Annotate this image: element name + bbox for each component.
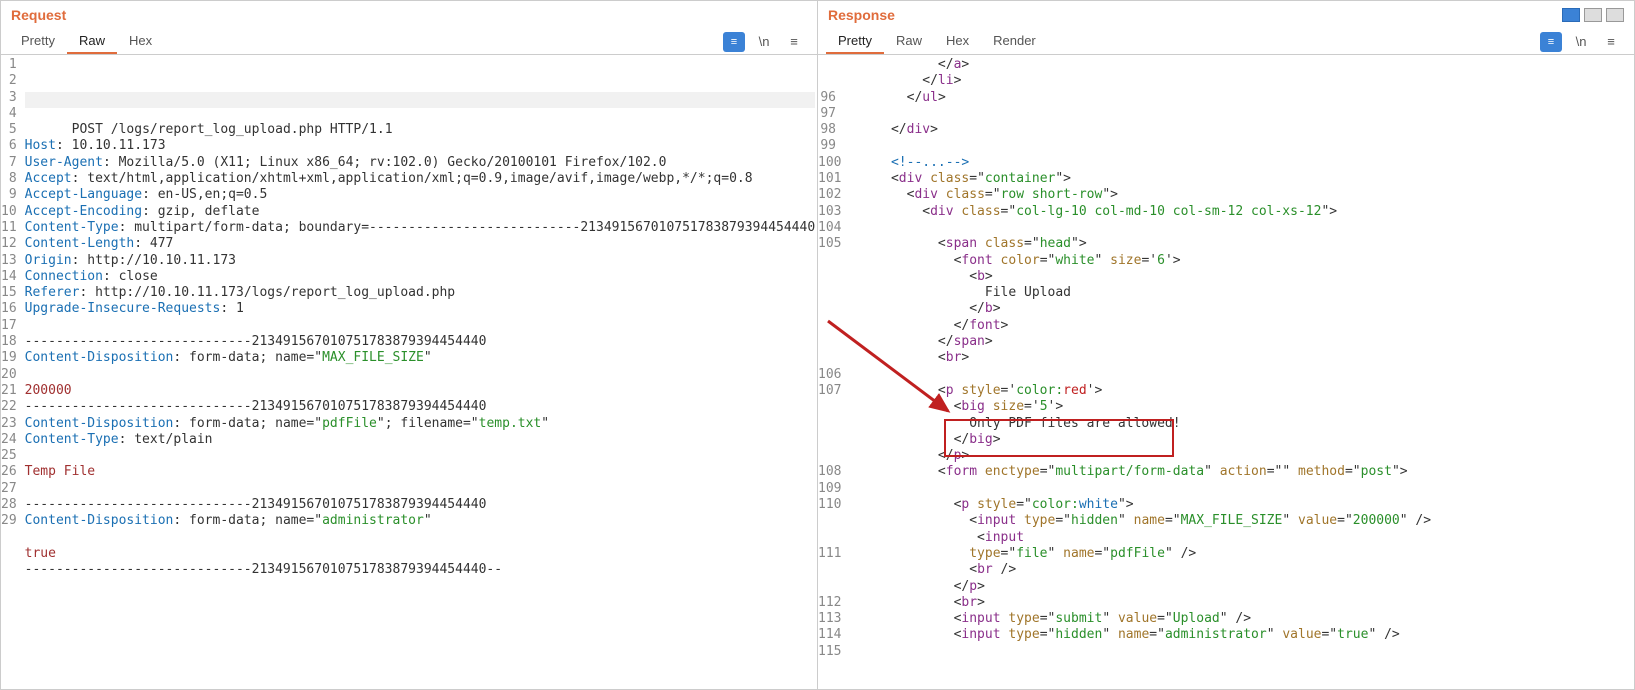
actions-icon[interactable]: ≡: [723, 32, 745, 52]
actions-icon[interactable]: ≡: [1540, 32, 1562, 52]
tab-pretty[interactable]: Pretty: [9, 29, 67, 54]
response-header: Response: [818, 1, 1634, 29]
menu-icon[interactable]: ≡: [1600, 32, 1622, 52]
response-editor[interactable]: 96 97 98 99 100 101 102 103 104 105 106 …: [818, 55, 1634, 689]
tab-pretty[interactable]: Pretty: [826, 29, 884, 54]
request-tab-row: PrettyRawHex ≡ \n ≡: [1, 29, 817, 55]
current-line-highlight: [25, 92, 816, 108]
request-tools: ≡ \n ≡: [723, 32, 809, 52]
request-pane: Request PrettyRawHex ≡ \n ≡ 1 2 3 4 5 6 …: [1, 1, 818, 689]
layout-rows-icon[interactable]: [1584, 8, 1602, 22]
response-title: Response: [828, 7, 895, 23]
newline-icon[interactable]: \n: [1570, 32, 1592, 52]
newline-icon[interactable]: \n: [753, 32, 775, 52]
request-gutter: 1 2 3 4 5 6 7 8 9 10 11 12 13 14 15 16 1…: [1, 55, 21, 689]
response-gutter: 96 97 98 99 100 101 102 103 104 105 106 …: [818, 55, 840, 689]
tab-raw[interactable]: Raw: [884, 29, 934, 54]
response-code[interactable]: </a> </li> </ul> </div> <!--...--> <div …: [840, 55, 1634, 689]
tab-hex[interactable]: Hex: [117, 29, 164, 54]
layout-combined-icon[interactable]: [1606, 8, 1624, 22]
request-code[interactable]: POST /logs/report_log_upload.php HTTP/1.…: [21, 55, 817, 689]
layout-columns-icon[interactable]: [1562, 8, 1580, 22]
tab-hex[interactable]: Hex: [934, 29, 981, 54]
tab-raw[interactable]: Raw: [67, 29, 117, 54]
response-tabs: PrettyRawHexRender: [826, 29, 1540, 54]
app-container: Request PrettyRawHex ≡ \n ≡ 1 2 3 4 5 6 …: [0, 0, 1635, 690]
request-header: Request: [1, 1, 817, 29]
response-tools: ≡ \n ≡: [1540, 32, 1626, 52]
response-pane: Response PrettyRawHexRender ≡ \n ≡ 96 97…: [818, 1, 1634, 689]
tab-render[interactable]: Render: [981, 29, 1048, 54]
menu-icon[interactable]: ≡: [783, 32, 805, 52]
request-title: Request: [11, 7, 66, 23]
response-tab-row: PrettyRawHexRender ≡ \n ≡: [818, 29, 1634, 55]
layout-tools: [1562, 8, 1624, 22]
request-tabs: PrettyRawHex: [9, 29, 723, 54]
request-editor[interactable]: 1 2 3 4 5 6 7 8 9 10 11 12 13 14 15 16 1…: [1, 55, 817, 689]
